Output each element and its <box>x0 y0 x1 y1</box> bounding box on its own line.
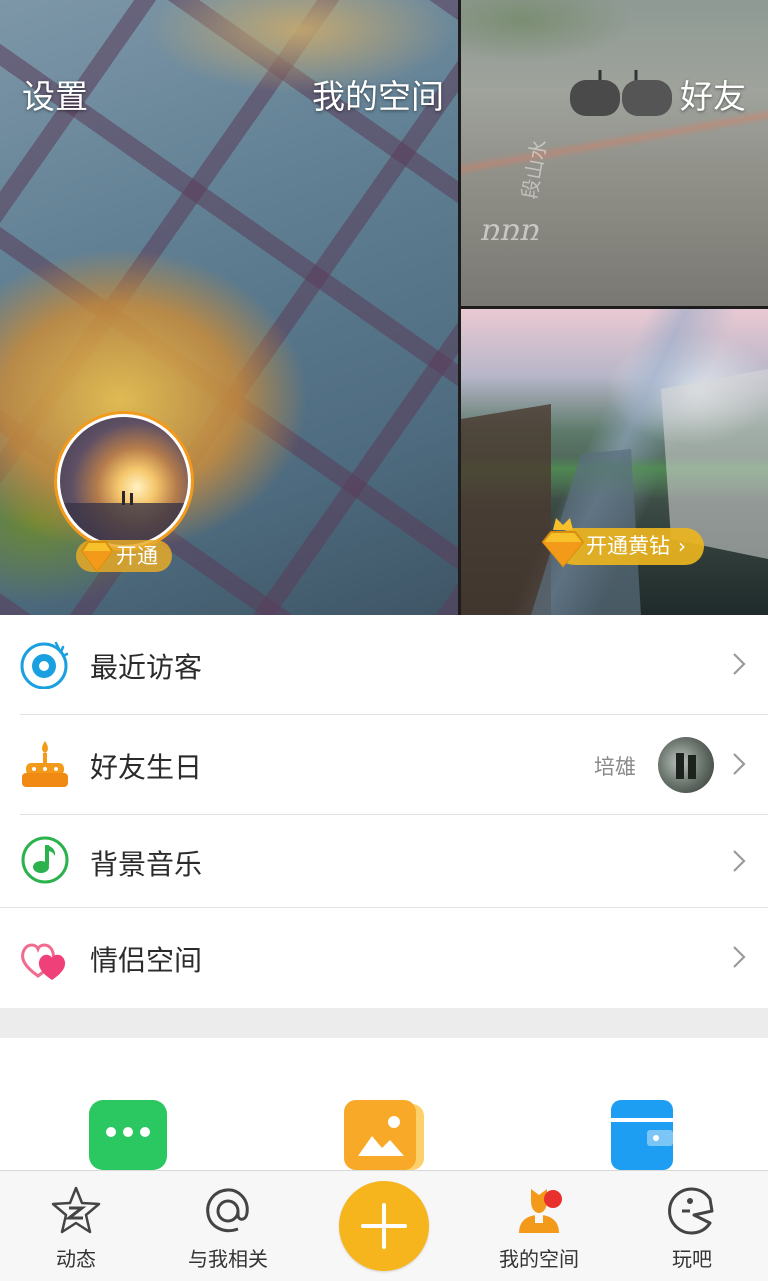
eye-icon <box>20 641 69 689</box>
tab-my-space-label: 我的空间 <box>499 1247 579 1271</box>
open-yellow-diamond-label: 开通黄钻 <box>586 534 670 558</box>
tab-feed-label: 动态 <box>56 1247 96 1271</box>
chevron-right-icon <box>733 653 746 675</box>
notification-dot <box>544 1190 562 1208</box>
app-grid <box>0 1038 768 1170</box>
menu-item-label: 好友生日 <box>90 751 203 784</box>
tab-mentions-label: 与我相关 <box>188 1247 268 1271</box>
chevron-right-icon <box>733 946 746 968</box>
menu-item-friend-birthday[interactable]: 好友生日 培雄 <box>0 715 768 815</box>
tab-play-label: 玩吧 <box>672 1247 712 1271</box>
chevron-right-icon: › <box>678 534 686 558</box>
cover-photo-top-right[interactable]: ռռռ 段山水 <box>461 0 768 306</box>
hearts-icon <box>21 943 66 980</box>
birthday-cake-icon <box>22 741 68 787</box>
tab-feed[interactable]: 动态 <box>6 1171 146 1281</box>
svg-text:段山水: 段山水 <box>517 138 551 201</box>
page-title: 我的空间 <box>312 77 444 116</box>
tab-my-space[interactable]: 我的空间 <box>469 1171 609 1281</box>
river-scene <box>461 369 768 615</box>
earbuds-icon <box>570 70 672 116</box>
music-note-icon <box>21 836 69 884</box>
open-vip-label: 开通 <box>116 544 158 568</box>
star-z-icon <box>51 1186 101 1234</box>
menu-item-background-music[interactable]: 背景音乐 <box>0 815 768 908</box>
open-vip-badge[interactable]: 开通 <box>76 540 172 573</box>
message-bubble-icon[interactable] <box>89 1100 167 1170</box>
at-icon <box>206 1188 249 1233</box>
avatar[interactable] <box>57 414 191 548</box>
pacman-icon <box>668 1187 714 1235</box>
birthday-friend-avatar <box>658 737 714 793</box>
menu-item-recent-visitors[interactable]: 最近访客 <box>0 615 768 715</box>
chevron-right-icon <box>733 753 746 775</box>
feature-list: 最近访客 好友生日 培雄 背景音乐 情侣空间 <box>0 615 768 1008</box>
wallet-icon[interactable] <box>611 1100 673 1170</box>
svg-text:ռռռ: ռռռ <box>480 213 540 248</box>
section-gap <box>0 1008 768 1038</box>
menu-item-label: 最近访客 <box>90 651 203 684</box>
collage-divider-horizontal <box>461 306 768 309</box>
cover-collage[interactable]: ռռռ 段山水 设置 我的空间 好友 开通 开通黄钻 › <box>0 0 768 615</box>
menu-item-label: 情侣空间 <box>90 944 203 977</box>
friends-button[interactable]: 好友 <box>680 70 746 118</box>
photo-caption-overlay: ռռռ 段山水 <box>480 138 551 248</box>
post-plus-button[interactable] <box>339 1181 429 1271</box>
settings-button[interactable]: 设置 <box>22 70 88 118</box>
open-yellow-diamond-button[interactable]: 开通黄钻 › <box>541 518 704 568</box>
crown-diamond-icon <box>541 518 585 568</box>
cover-photo-bottom-right[interactable] <box>461 309 768 615</box>
avatar-photo <box>676 753 696 779</box>
photo-album-icon[interactable] <box>344 1100 424 1170</box>
tab-play[interactable]: 玩吧 <box>622 1171 762 1281</box>
tab-mentions[interactable]: 与我相关 <box>158 1171 298 1281</box>
chevron-right-icon <box>733 850 746 872</box>
diamond-icon <box>80 541 114 573</box>
birthday-friend-name: 培雄 <box>594 755 636 779</box>
menu-item-couple-space[interactable]: 情侣空间 <box>0 908 768 1008</box>
menu-item-label: 背景音乐 <box>90 848 203 881</box>
sunset-silhouette <box>60 491 188 545</box>
